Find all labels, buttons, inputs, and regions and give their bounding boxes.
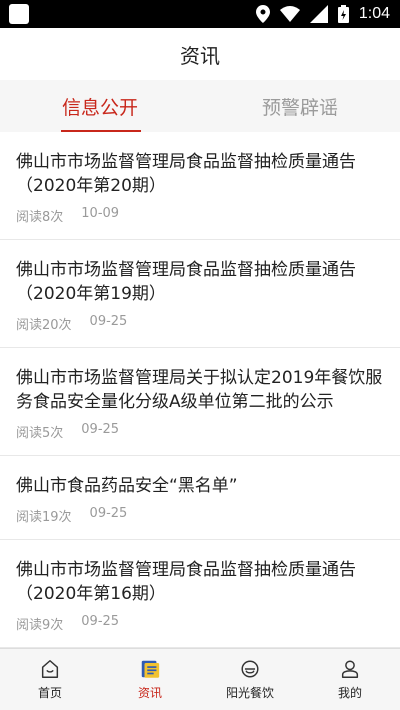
read-count: 阅读5次 xyxy=(16,426,64,441)
article-list[interactable]: 佛山市市场监督管理局食品监督抽检质量通告（2020年第20期） 阅读8次 10-… xyxy=(0,132,400,648)
tab-bar: 信息公开 预警辟谣 xyxy=(0,80,400,132)
page-title: 资讯 xyxy=(180,43,220,68)
article-meta: 阅读5次 09-25 xyxy=(0,414,400,455)
nav-label: 阳光餐饮 xyxy=(225,686,274,700)
article-meta: 阅读8次 10-09 xyxy=(0,198,400,239)
article-meta: 阅读20次 09-25 xyxy=(0,306,400,347)
article-meta: 阅读19次 09-25 xyxy=(0,498,400,539)
nav-news[interactable]: 资讯 xyxy=(100,649,200,710)
read-count: 阅读19次 xyxy=(16,510,72,525)
article-title: 佛山市市场监督管理局食品监督抽检质量通告（2020年第20期） xyxy=(16,152,356,196)
list-item[interactable]: 佛山市食品药品安全“黑名单” 阅读19次 09-25 xyxy=(0,456,400,540)
status-icons: 1:04 xyxy=(255,0,390,28)
battery-icon xyxy=(337,5,349,23)
article-date: 09-25 xyxy=(81,422,120,437)
read-count: 阅读8次 xyxy=(16,210,64,225)
tab-label: 信息公开 xyxy=(61,96,138,119)
nav-profile[interactable]: 我的 xyxy=(300,649,400,710)
article-date: 09-25 xyxy=(89,506,128,521)
read-count: 阅读20次 xyxy=(16,318,72,333)
article-date: 10-09 xyxy=(81,206,120,221)
bottom-nav: 首页 资讯 阳光餐饮 我的 xyxy=(0,648,400,710)
nav-label: 首页 xyxy=(37,686,62,700)
wifi-icon xyxy=(279,6,300,22)
list-item[interactable]: 佛山市市场监督管理局食品监督抽检质量通告（2020年第20期） 阅读8次 10-… xyxy=(0,132,400,240)
nav-label: 资讯 xyxy=(137,686,162,700)
home-icon xyxy=(41,660,59,678)
notification-icon xyxy=(9,4,29,24)
dining-icon xyxy=(241,660,259,678)
app-header: 资讯 xyxy=(0,28,400,80)
tab-label: 预警辟谣 xyxy=(261,96,338,119)
list-item[interactable]: 佛山市市场监督管理局食品监督抽检质量通告（2020年第19期） 阅读20次 09… xyxy=(0,240,400,348)
signal-icon xyxy=(309,5,328,23)
nav-label: 我的 xyxy=(337,686,362,700)
article-date: 09-25 xyxy=(81,614,120,629)
article-title: 佛山市市场监督管理局食品监督抽检质量通告（2020年第16期） xyxy=(16,560,356,604)
article-title: 佛山市市场监督管理局食品监督抽检质量通告（2020年第19期） xyxy=(16,260,356,304)
user-icon xyxy=(341,660,359,678)
read-count: 阅读9次 xyxy=(16,618,64,633)
article-date: 09-25 xyxy=(89,314,128,329)
article-title: 佛山市食品药品安全“黑名单” xyxy=(16,476,238,496)
status-time: 1:04 xyxy=(358,5,390,22)
article-meta: 阅读9次 09-25 xyxy=(0,606,400,647)
tab-warning-rumor[interactable]: 预警辟谣 xyxy=(200,80,400,132)
tab-info-disclosure[interactable]: 信息公开 xyxy=(0,80,200,132)
location-icon xyxy=(255,5,270,23)
status-bar: 1:04 xyxy=(0,0,400,28)
list-item[interactable]: 佛山市市场监督管理局食品监督抽检质量通告（2020年第16期） 阅读9次 09-… xyxy=(0,540,400,648)
list-item[interactable]: 佛山市市场监督管理局关于拟认定2019年餐饮服务食品安全量化分级A级单位第二批的… xyxy=(0,348,400,456)
news-icon xyxy=(141,660,160,678)
nav-sunshine-dining[interactable]: 阳光餐饮 xyxy=(200,649,300,710)
nav-home[interactable]: 首页 xyxy=(0,649,100,710)
article-title: 佛山市市场监督管理局关于拟认定2019年餐饮服务食品安全量化分级A级单位第二批的… xyxy=(16,368,383,412)
